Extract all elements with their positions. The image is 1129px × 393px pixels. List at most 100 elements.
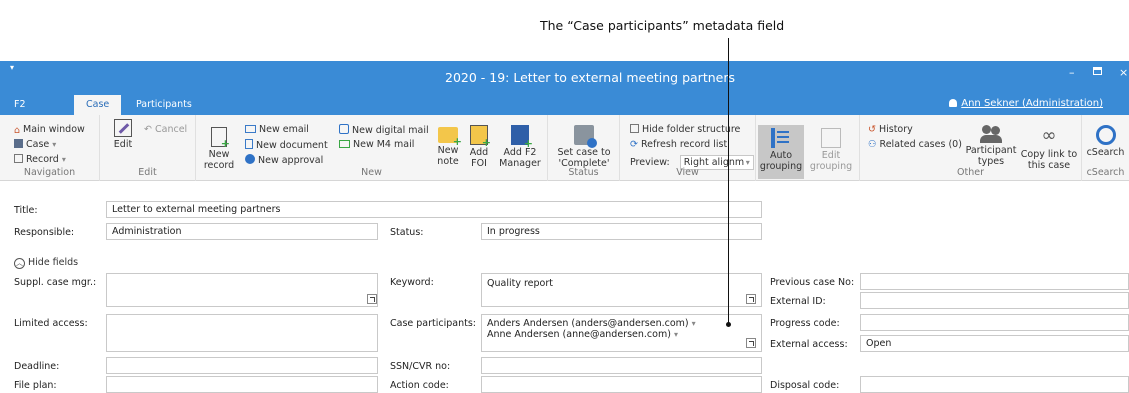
case-metadata-form: Title: Letter to external meeting partne… — [0, 181, 1129, 393]
responsible-field[interactable]: Administration — [106, 223, 378, 240]
tab-f2[interactable]: F2 — [4, 95, 36, 115]
expand-icon[interactable] — [746, 338, 756, 348]
home-icon: ⌂ — [14, 125, 21, 136]
chevron-up-icon: ︿ — [14, 258, 25, 269]
group-label-edit: Edit — [138, 167, 157, 178]
related-cases-button[interactable]: ⚇ Related cases (0) — [868, 139, 962, 150]
external-id-field[interactable] — [860, 292, 1129, 309]
group-grouping: Auto grouping Edit grouping — [756, 115, 860, 181]
file-plan-field[interactable] — [106, 376, 378, 393]
group-other: ↺ History ⚇ Related cases (0) Participant … — [860, 115, 1082, 181]
disposal-code-field[interactable] — [860, 376, 1129, 393]
progress-code-field[interactable] — [860, 314, 1129, 331]
new-approval-button[interactable]: New approval — [245, 154, 323, 166]
limited-access-field[interactable] — [106, 314, 378, 352]
deadline-label: Deadline: — [14, 361, 60, 372]
record-dropdown-button[interactable]: Record ▾ — [14, 154, 66, 165]
ribbon-tabs: F2 Case Participants Ann Sekner (Adminis… — [0, 95, 1129, 115]
action-code-label: Action code: — [390, 380, 449, 391]
new-m4-mail-button[interactable]: New M4 mail — [339, 139, 414, 150]
group-edit: Edit ↶ Cancel Edit — [100, 115, 196, 181]
group-view: Hide folder structure ⟳ Refresh record li… — [620, 115, 756, 181]
action-code-field[interactable] — [481, 376, 762, 393]
chevron-down-icon: ▾ — [52, 140, 57, 149]
close-icon[interactable]: × — [1119, 66, 1128, 79]
history-button[interactable]: ↺ History — [868, 124, 913, 135]
hide-folder-structure-button[interactable]: Hide folder structure — [630, 124, 740, 135]
file-plan-label: File plan: — [14, 380, 57, 391]
new-email-button[interactable]: New email — [245, 124, 309, 135]
copy-link-button[interactable]: ∞ Copy link to this case — [1020, 125, 1078, 171]
case-participants-field[interactable]: Anders Andersen (anders@andersen.com) ▾ … — [481, 314, 762, 352]
auto-grouping-icon — [771, 128, 791, 148]
new-record-icon: + — [211, 127, 230, 149]
main-window-button[interactable]: ⌂ Main window — [14, 124, 85, 136]
add-foi-button[interactable]: + Add FOI — [466, 125, 492, 169]
keyword-label: Keyword: — [390, 277, 434, 288]
quick-access-icon[interactable]: ▾ — [10, 63, 14, 72]
tab-participants[interactable]: Participants — [128, 95, 200, 115]
participant-types-button[interactable]: Participant types — [964, 125, 1018, 167]
group-label-navigation: Navigation — [23, 167, 76, 178]
title-bar: ▾ 2020 - 19: Letter to external meeting … — [0, 61, 1129, 95]
complete-case-icon — [574, 125, 597, 148]
record-icon — [14, 154, 23, 163]
participant-entry[interactable]: Anne Andersen (anne@andersen.com) ▾ — [487, 329, 756, 340]
user-link[interactable]: Ann Sekner (Administration) — [949, 98, 1103, 109]
refresh-record-list-button[interactable]: ⟳ Refresh record list — [630, 139, 727, 150]
group-new: + New record New email New document New … — [196, 115, 548, 181]
title-field[interactable]: Letter to external meeting partners — [106, 201, 762, 218]
expand-icon[interactable] — [746, 294, 756, 304]
keyword-field[interactable]: Quality report — [481, 273, 762, 307]
callout-pointer — [726, 322, 731, 327]
search-icon — [1095, 125, 1116, 145]
ssn-cvr-field[interactable] — [481, 357, 762, 374]
history-icon: ↺ — [868, 124, 876, 135]
user-name: Ann Sekner (Administration) — [961, 98, 1103, 109]
set-complete-button[interactable]: Set case to 'Complete' — [552, 125, 616, 169]
participant-entry[interactable]: Anders Andersen (anders@andersen.com) ▾ — [487, 318, 756, 329]
auto-grouping-button[interactable]: Auto grouping — [758, 125, 804, 179]
previous-case-field[interactable] — [860, 273, 1129, 290]
add-f2-manager-button[interactable]: + Add F2 Manager — [494, 125, 546, 169]
new-document-button[interactable]: New document — [245, 139, 328, 151]
window-title: 2020 - 19: Letter to external meeting pa… — [445, 70, 735, 85]
new-record-button[interactable]: + New record — [202, 127, 236, 171]
cancel-button[interactable]: ↶ Cancel — [144, 124, 187, 135]
title-label: Title: — [14, 205, 38, 216]
undo-icon: ↶ — [144, 124, 152, 135]
deadline-field[interactable] — [106, 357, 378, 374]
suppl-case-mgr-field[interactable] — [106, 273, 378, 307]
approval-icon — [245, 154, 255, 164]
status-field[interactable]: In progress — [481, 223, 762, 240]
group-navigation: ⌂ Main window Case ▾ Record ▾ Navigation — [0, 115, 100, 181]
ssn-cvr-label: SSN/CVR no: — [390, 361, 451, 372]
group-label-status: Status — [568, 167, 599, 178]
callout-caption: The “Case participants” metadata field — [540, 18, 785, 33]
edit-grouping-button[interactable]: Edit grouping — [808, 128, 854, 172]
hide-fields-button[interactable]: ︿ Hide fields — [14, 257, 78, 269]
document-icon — [245, 139, 253, 149]
new-digital-mail-button[interactable]: New digital mail — [339, 124, 429, 136]
email-icon — [245, 125, 256, 133]
chevron-down-icon: ▾ — [691, 319, 696, 328]
group-status: Set case to 'Complete' Status — [548, 115, 620, 181]
suppl-case-mgr-label: Suppl. case mgr.: — [14, 277, 97, 288]
external-access-field[interactable]: Open — [860, 335, 1129, 352]
chevron-down-icon: ▾ — [61, 155, 66, 164]
edit-pencil-icon — [114, 119, 132, 137]
edit-button[interactable]: Edit — [106, 119, 140, 150]
maximize-icon[interactable] — [1093, 67, 1102, 75]
case-dropdown-button[interactable]: Case ▾ — [14, 139, 56, 150]
case-participants-label: Case participants: — [390, 318, 477, 329]
new-note-button[interactable]: + New note — [434, 127, 462, 167]
case-icon — [14, 139, 23, 148]
related-cases-icon: ⚇ — [868, 139, 877, 150]
minimize-icon[interactable]: – — [1069, 66, 1075, 79]
expand-icon[interactable] — [367, 294, 377, 304]
csearch-button[interactable]: cSearch — [1082, 125, 1129, 158]
user-icon — [949, 99, 958, 107]
tab-case[interactable]: Case — [74, 95, 122, 115]
disposal-code-label: Disposal code: — [770, 380, 840, 391]
refresh-icon: ⟳ — [630, 139, 638, 150]
